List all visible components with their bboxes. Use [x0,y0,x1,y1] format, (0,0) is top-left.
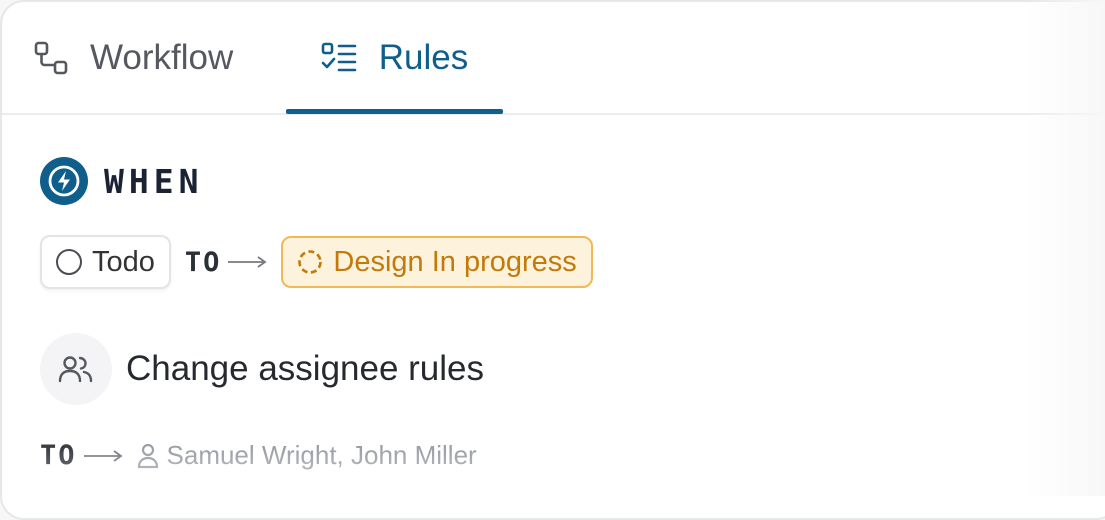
tab-workflow[interactable]: Workflow [34,2,233,113]
arrow-right-icon [227,255,267,269]
tab-workflow-label: Workflow [90,38,233,78]
to-status-label: Design In progress [333,246,576,279]
from-status-chip[interactable]: Todo [40,235,171,289]
assignee-list[interactable]: Samuel Wright, John Miller [137,440,477,471]
arrow-right-icon [83,449,123,463]
users-icon [40,333,112,405]
when-label: WHEN [104,162,203,201]
tab-rules[interactable]: Rules [286,2,503,113]
workflow-icon [34,41,68,75]
trigger-condition: Todo TO Design In progress [40,235,593,289]
assignee-names: Samuel Wright, John Miller [167,440,477,471]
assignee-rule-action: TO Samuel Wright, John Miller [40,440,477,471]
to-status-chip[interactable]: Design In progress [281,236,592,288]
trigger-header: WHEN [40,157,203,205]
tab-rules-label: Rules [379,38,468,78]
user-icon [137,443,159,469]
circle-outline-icon [56,249,82,275]
to-label: TO [185,247,222,278]
lightning-bolt-icon [40,157,88,205]
rules-checklist-icon [321,42,357,74]
tab-bar: Workflow Rules [2,2,1105,115]
active-tab-indicator [286,109,503,114]
to-label: TO [40,440,77,471]
rule-title: Change assignee rules [126,349,484,389]
assignee-rule-header: Change assignee rules [40,333,484,405]
from-status-label: Todo [92,246,155,279]
dashed-circle-icon [297,249,323,275]
rules-panel: Workflow Rules WHEN [0,0,1105,520]
